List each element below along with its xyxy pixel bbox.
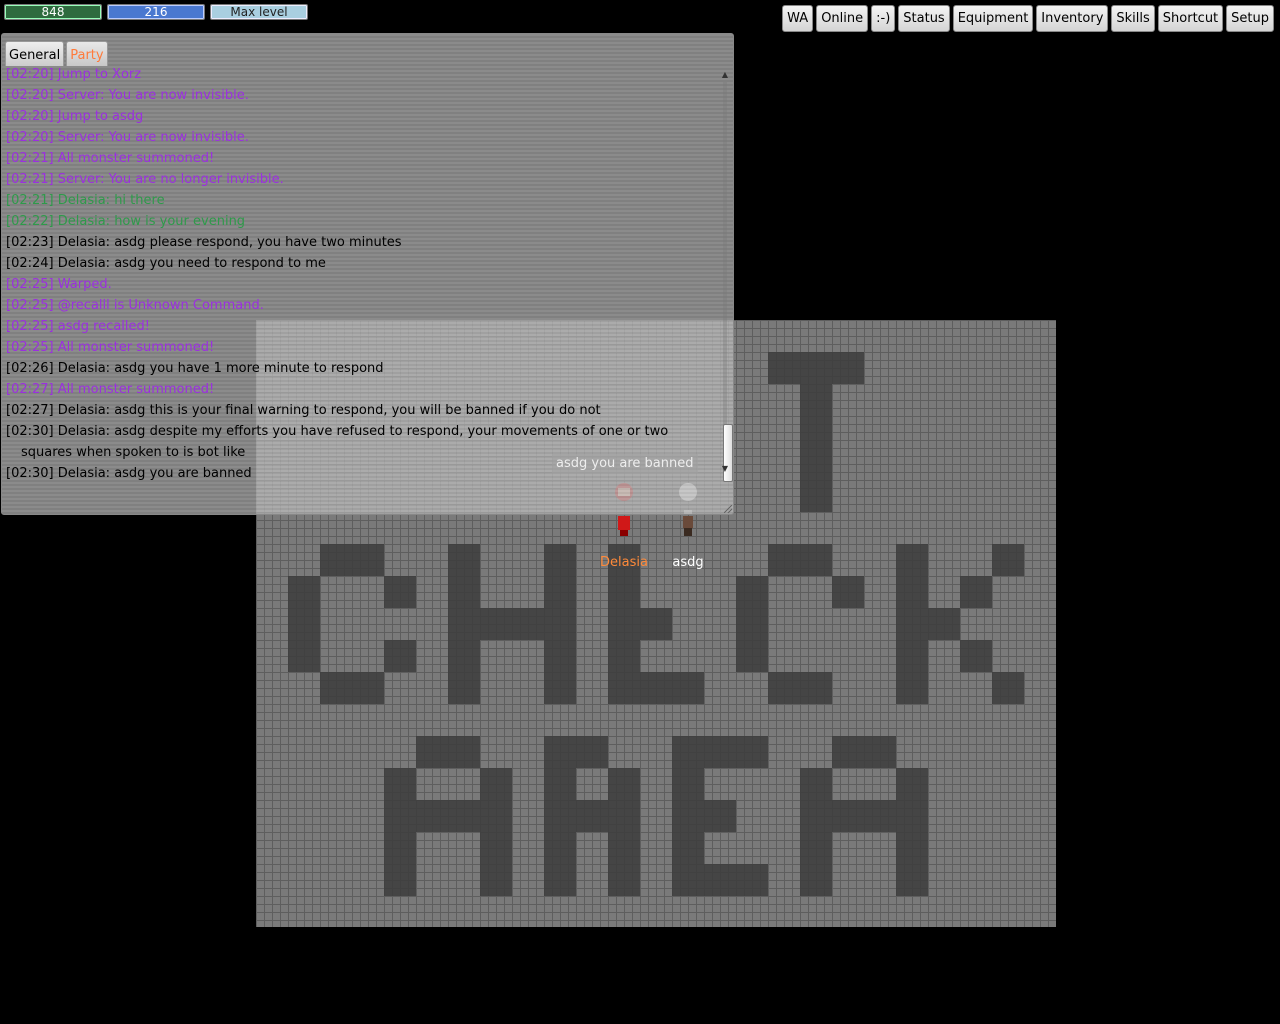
chat-message: [02:25] Warped.	[6, 277, 112, 292]
speech-bubble: asdg you are banned	[552, 454, 698, 474]
shortcut-button[interactable]: Shortcut	[1157, 5, 1224, 32]
chat-message: [02:27] Delasia: asdg this is your final…	[6, 403, 601, 418]
mp-value: 216	[144, 5, 168, 19]
chat-window[interactable]: General Party [02:20] Jump to Xorz [02:20…	[1, 33, 734, 515]
scroll-track[interactable]	[723, 82, 733, 482]
chat-message: [02:27] All monster summoned!	[6, 382, 215, 397]
xp-value: Max level	[230, 5, 288, 19]
chat-scrollbar[interactable]: ▲ ▼	[720, 70, 733, 482]
wa-button[interactable]: WA	[782, 5, 814, 32]
chat-message: [02:25] All monster summoned!	[6, 340, 215, 355]
chat-message: [02:21] Server: You are no longer invisi…	[6, 172, 284, 187]
chat-message: [02:20] Server: You are now invisible.	[6, 130, 249, 145]
chat-message: [02:20] Jump to asdg	[6, 109, 144, 124]
hp-bar: 848	[4, 4, 102, 20]
chat-message: [02:25] @recalll is Unknown Command.	[6, 298, 264, 313]
xp-bar: Max level	[210, 4, 308, 20]
emote-button[interactable]: :-)	[871, 5, 896, 32]
inventory-button[interactable]: Inventory	[1036, 5, 1109, 32]
chat-message: [02:25] asdg recalled!	[6, 319, 150, 334]
mp-bar: 216	[107, 4, 205, 20]
chat-message: [02:23] Delasia: asdg please respond, yo…	[6, 235, 402, 250]
status-button[interactable]: Status	[898, 5, 950, 32]
tab-general[interactable]: General	[5, 41, 65, 66]
character-name-delasia: Delasia	[600, 555, 648, 570]
chat-tabs: General Party	[5, 41, 108, 66]
scroll-up-arrow-icon[interactable]: ▲	[720, 70, 730, 80]
setup-button[interactable]: Setup	[1226, 5, 1274, 32]
chat-message: [02:20] Server: You are now invisible.	[6, 88, 249, 103]
online-button[interactable]: Online	[816, 5, 869, 32]
chat-message: [02:21] Delasia: hi there	[6, 193, 165, 208]
tab-party[interactable]: Party	[66, 41, 108, 66]
equipment-button[interactable]: Equipment	[952, 5, 1034, 32]
chat-message: [02:21] All monster summoned!	[6, 151, 215, 166]
skills-button[interactable]: Skills	[1111, 5, 1155, 32]
chat-message: [02:26] Delasia: asdg you have 1 more mi…	[6, 361, 384, 376]
chat-message: [02:22] Delasia: how is your evening	[6, 214, 246, 229]
chat-message: [02:20] Jump to Xorz	[6, 67, 142, 82]
resize-handle-icon[interactable]	[724, 505, 732, 513]
menu-bar: WA Online :-) Status Equipment Inventory…	[782, 5, 1274, 32]
hp-value: 848	[41, 5, 65, 19]
scroll-down-arrow-icon[interactable]: ▼	[720, 464, 730, 474]
chat-log: [02:20] Jump to Xorz [02:20] Server: You …	[6, 64, 721, 484]
chat-message: [02:24] Delasia: asdg you need to respon…	[6, 256, 326, 271]
character-name-asdg: asdg	[672, 555, 704, 570]
